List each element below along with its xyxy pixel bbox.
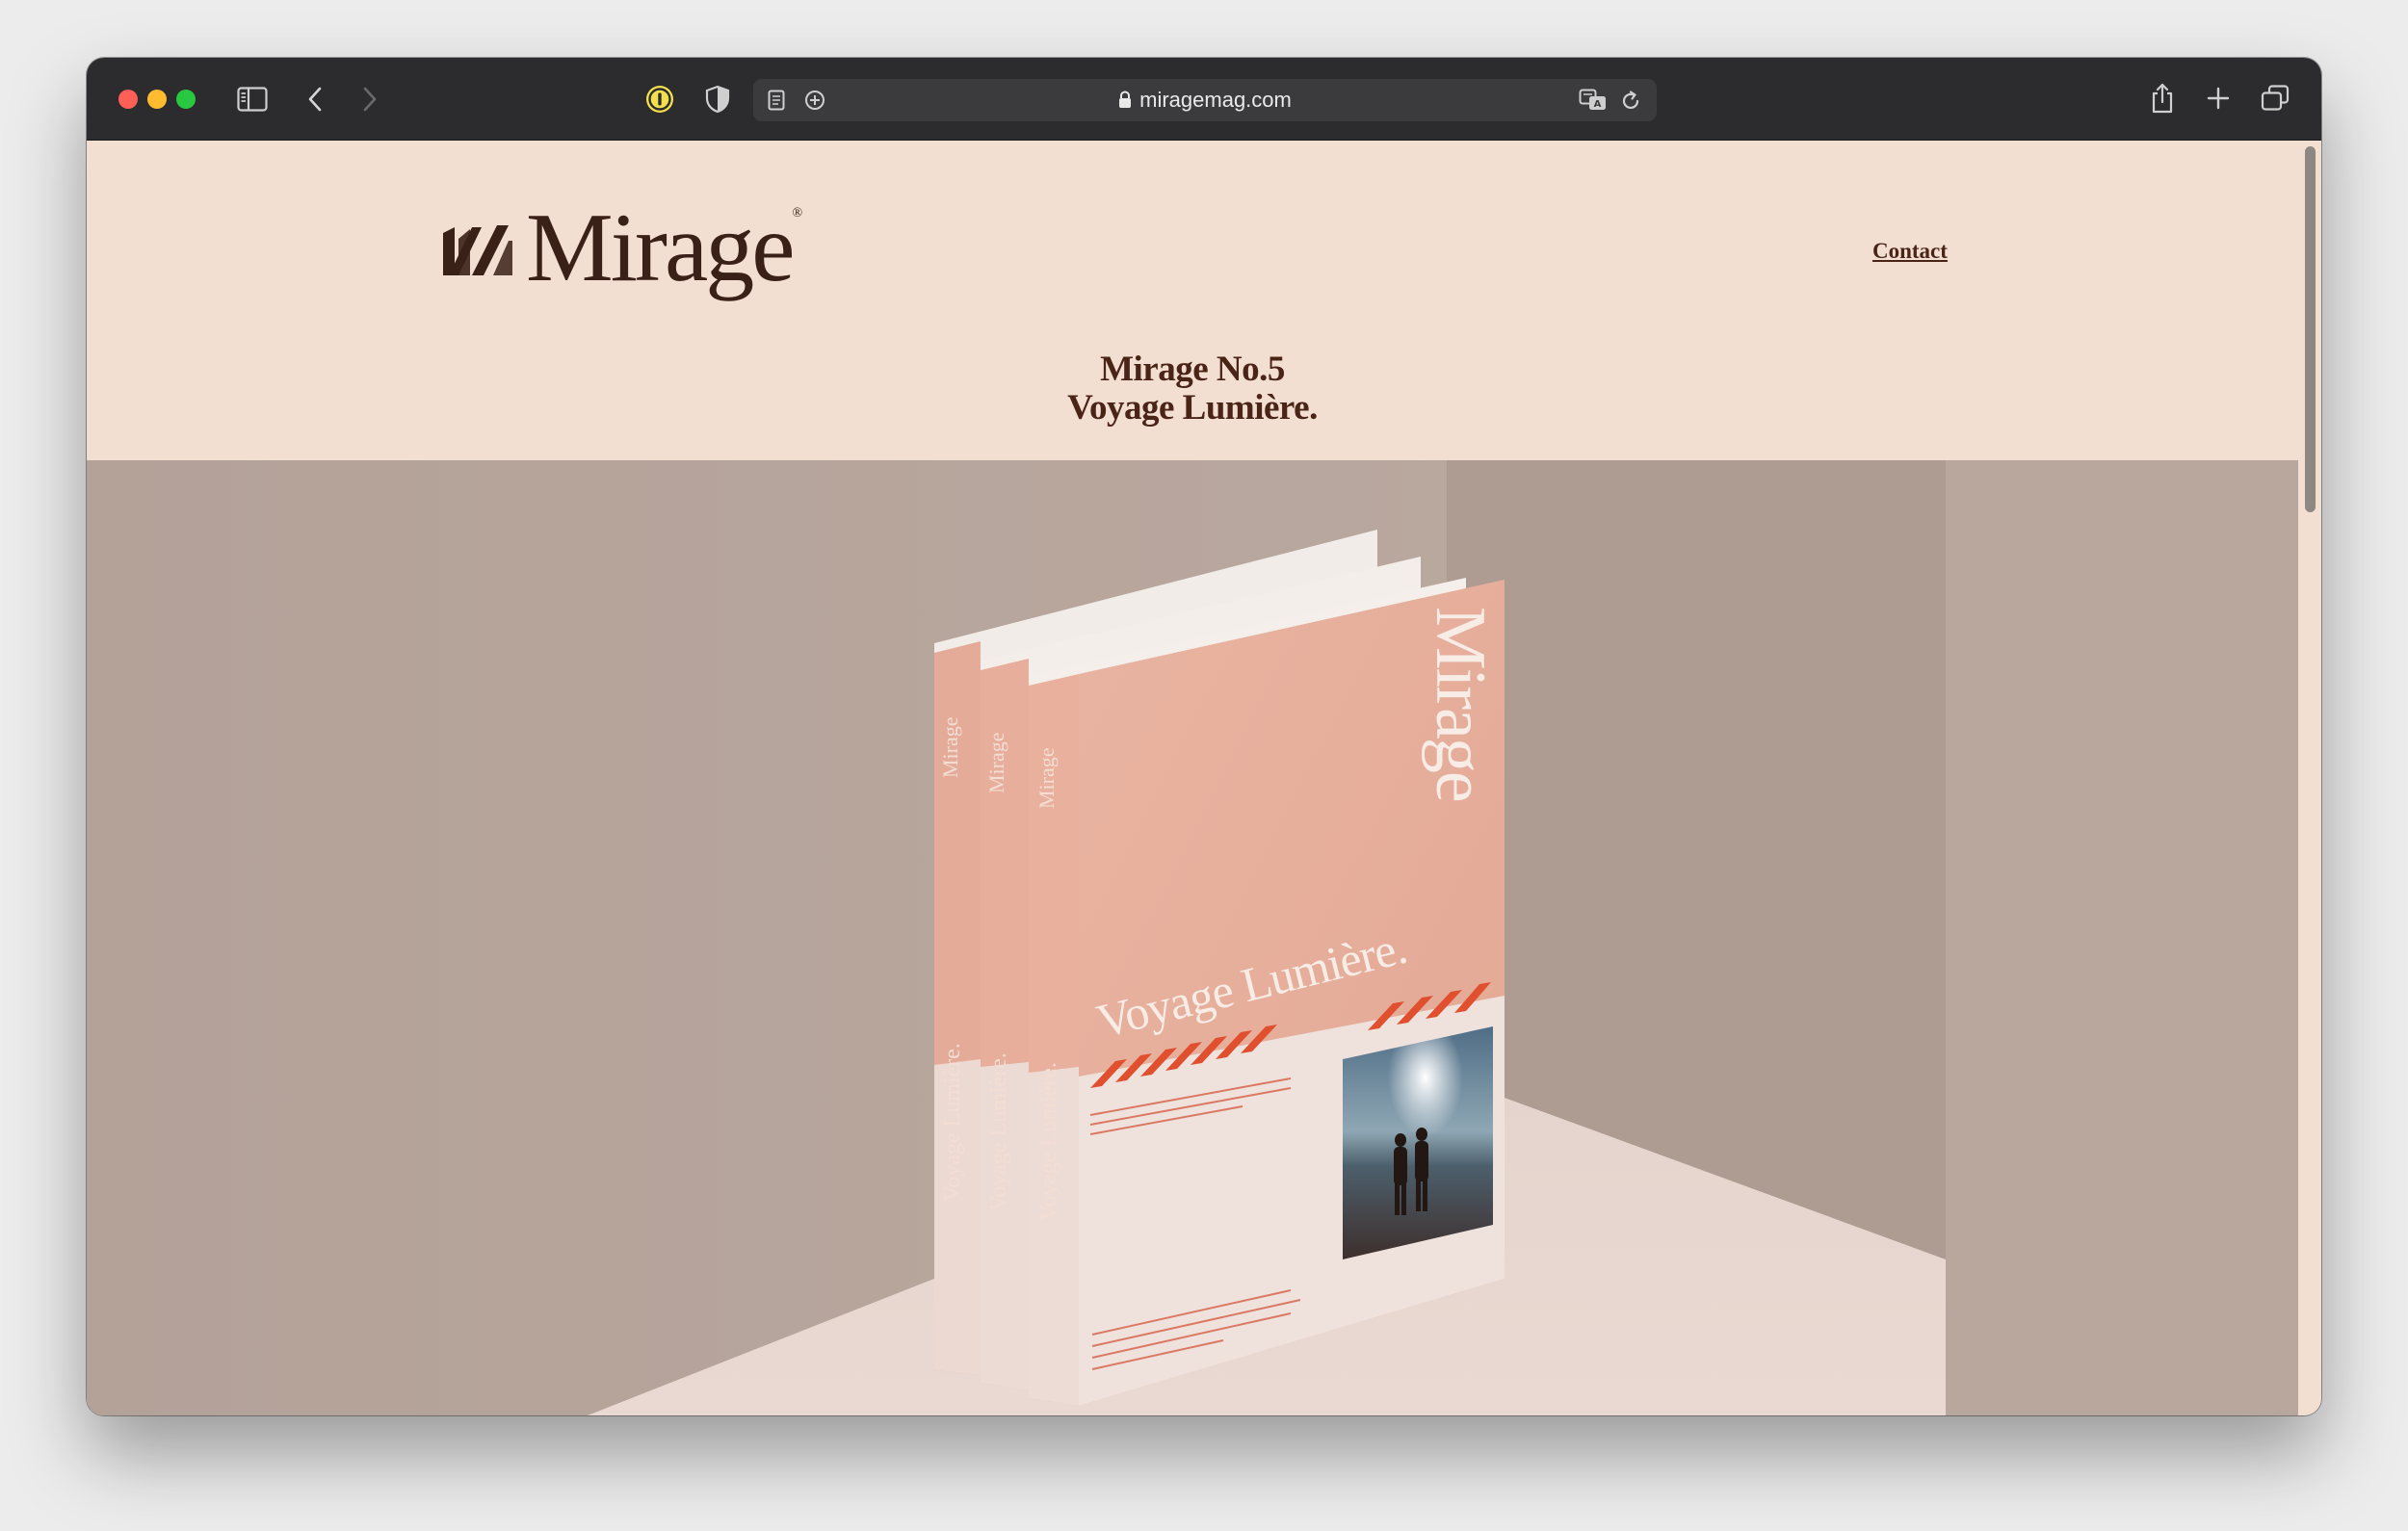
- web-page: Mirage® Contact Mirage No.5 Voyage Lumiè…: [87, 141, 2298, 1415]
- spine-title-1: Mirage: [938, 716, 962, 778]
- maximize-window-button[interactable]: [176, 90, 196, 109]
- browser-window: miragemag.com A Mirage® Contact Mirage N…: [87, 58, 2321, 1415]
- lock-icon: [1118, 81, 1132, 123]
- logo-registered-mark: ®: [792, 206, 803, 221]
- translate-icon[interactable]: A: [1578, 88, 1609, 113]
- back-chevron-icon[interactable]: [303, 85, 327, 114]
- shield-icon[interactable]: [703, 83, 732, 116]
- url-display[interactable]: miragemag.com: [753, 79, 1657, 121]
- close-window-button[interactable]: [118, 90, 138, 109]
- url-text: miragemag.com: [1139, 88, 1292, 112]
- password-manager-icon[interactable]: [643, 83, 676, 116]
- hero-magazine-photo: Mirage Voyage Lumière. Mirage Mirage Mir…: [87, 460, 2298, 1415]
- page-headline: Mirage No.5 Voyage Lumière.: [87, 350, 2298, 428]
- spine-title-2: Mirage: [984, 732, 1008, 793]
- spine-subtitle-3: Voyage Lumière.: [1036, 1062, 1061, 1221]
- cover-title: Mirage: [1421, 607, 1500, 801]
- spine-subtitle-1: Voyage Lumière.: [940, 1043, 965, 1202]
- new-tab-plus-icon[interactable]: [2205, 85, 2232, 112]
- nav-contact-link[interactable]: Contact: [1872, 239, 1948, 264]
- address-bar[interactable]: miragemag.com A: [753, 79, 1657, 121]
- headline-line-1: Mirage No.5: [1100, 350, 1285, 389]
- browser-toolbar: miragemag.com A: [87, 58, 2321, 141]
- hero-image: Mirage Voyage Lumière. Mirage Mirage Mir…: [87, 460, 2298, 1415]
- scrollbar-thumb[interactable]: [2305, 146, 2316, 512]
- spine-title-3: Mirage: [1034, 747, 1059, 809]
- share-icon[interactable]: [2148, 81, 2177, 116]
- tab-overview-icon[interactable]: [2260, 84, 2290, 113]
- svg-text:A: A: [1594, 99, 1602, 110]
- logo-wordmark: Mirage: [526, 194, 796, 302]
- headline-line-2: Voyage Lumière.: [1067, 388, 1318, 428]
- spine-subtitle-2: Voyage Lumière.: [986, 1052, 1011, 1211]
- forward-chevron-icon[interactable]: [358, 85, 381, 114]
- minimize-window-button[interactable]: [147, 90, 167, 109]
- reload-icon[interactable]: [1618, 89, 1643, 114]
- logo-mark-icon: [443, 225, 512, 275]
- sidebar-icon[interactable]: [237, 85, 268, 114]
- site-logo[interactable]: Mirage®: [443, 199, 803, 298]
